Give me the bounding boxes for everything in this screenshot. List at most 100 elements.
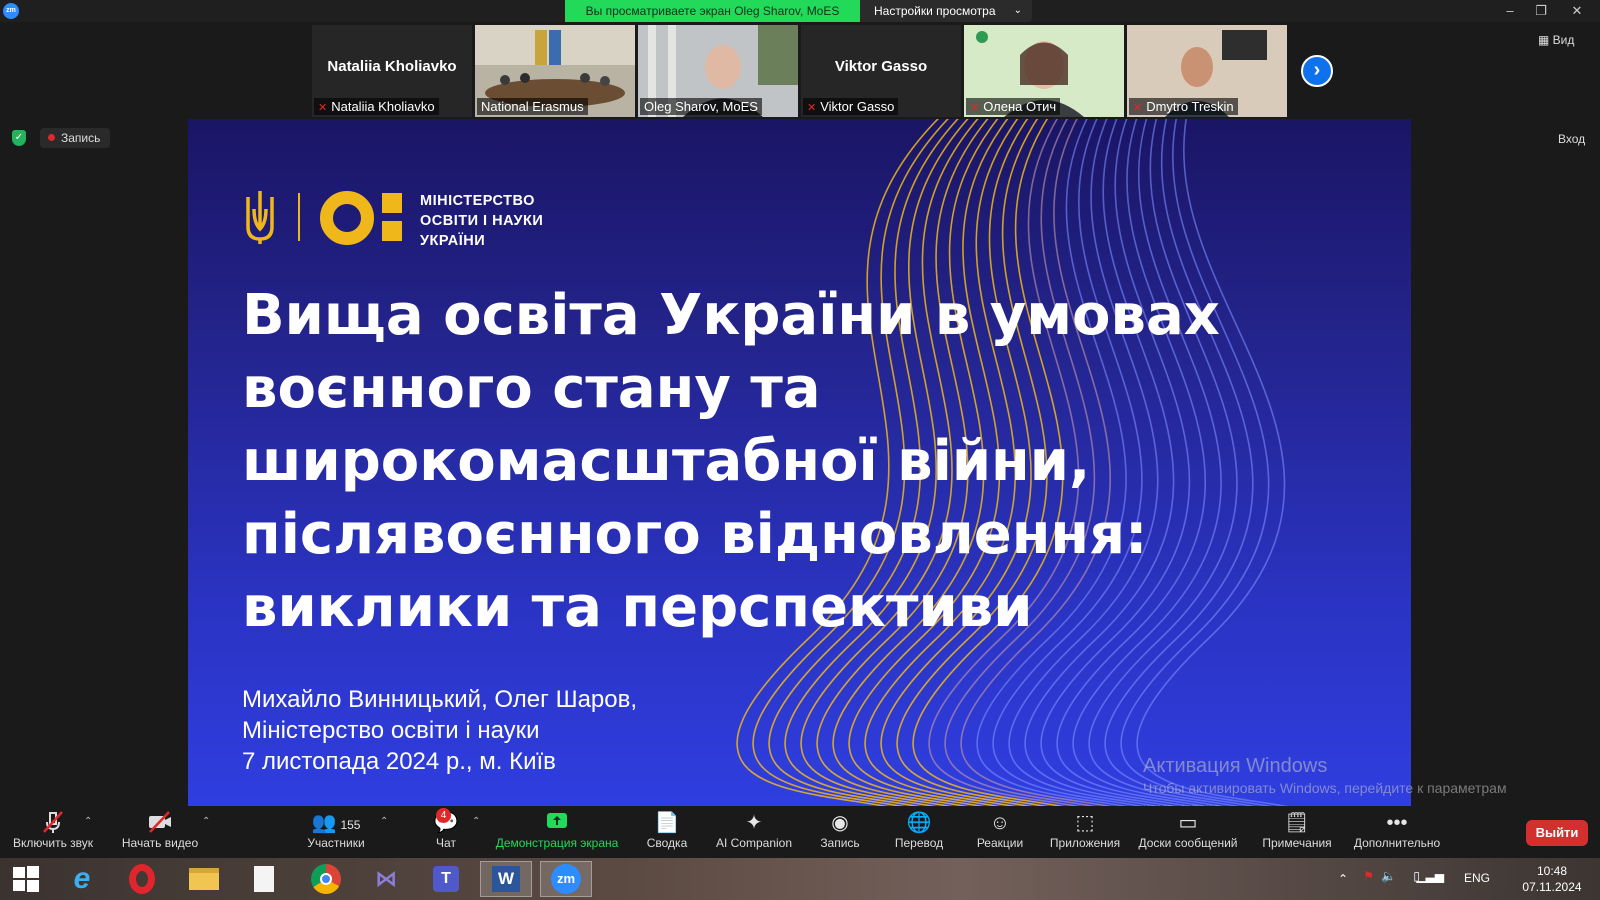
screen-share-banner: Вы просматриваете экран Oleg Sharov, MoE… [565, 0, 860, 22]
shared-screen-slide: МІНІСТЕРСТВО ОСВІТИ І НАУКИ УКРАЇНИ Вища… [188, 119, 1411, 807]
grid-icon: ▦ [1538, 33, 1553, 47]
internet-explorer-icon[interactable]: e [56, 861, 108, 897]
view-options-dropdown[interactable]: Настройки просмотра ⌄ [860, 0, 1032, 22]
language-indicator[interactable]: ENG [1464, 871, 1490, 885]
record-dot-icon [48, 134, 55, 141]
emoji-icon: ☺ [989, 812, 1011, 834]
video-tile[interactable]: Viktor Gasso ✕ Viktor Gasso [801, 25, 961, 117]
participants-caret[interactable]: ⌃ [380, 816, 388, 827]
zoom-app-icon: zm [3, 3, 19, 19]
slide-title-line: широкомасштабної війни, [242, 429, 1091, 494]
video-tile[interactable]: ✕ Dmytro Treskin [1127, 25, 1287, 117]
chat-caret[interactable]: ⌃ [472, 816, 480, 827]
more-button[interactable]: ••• Дополнительно [1352, 810, 1442, 850]
record-icon: ◉ [831, 812, 849, 834]
opera-icon[interactable] [116, 861, 168, 897]
start-video-button[interactable]: Начать видео [120, 810, 200, 850]
apps-icon: ⬚ [1075, 812, 1095, 834]
participants-count: 155 [340, 818, 361, 832]
ai-companion-button[interactable]: ✦ AI Companion [714, 810, 794, 850]
summary-icon: 📄 [654, 812, 680, 834]
organization-line: Міністерство освіти і науки [242, 717, 540, 744]
audio-options-caret[interactable]: ⌃ [84, 816, 92, 827]
clock-time: 10:48 [1536, 864, 1568, 878]
leave-meeting-button[interactable]: Выйти [1526, 820, 1588, 846]
video-tile[interactable]: Oleg Sharov, MoES [638, 25, 798, 117]
camera-off-icon [120, 810, 200, 836]
video-options-caret[interactable]: ⌃ [202, 816, 210, 827]
mic-off-icon: ✕ [318, 102, 328, 114]
video-tile[interactable]: ✕ Олена Отич [964, 25, 1124, 117]
windows-taskbar: e ⋈ T W zm ⌃ ⚑ 🔈 ▯ ▁▃▅ ENG 10:48 07.11.2… [0, 858, 1600, 900]
login-button[interactable]: Вход [1558, 132, 1585, 146]
share-screen-icon [492, 810, 622, 836]
watermark-title: Активация Windows [1143, 755, 1328, 777]
view-options-label: Настройки просмотра [874, 4, 996, 18]
record-button[interactable]: ◉ Запись [818, 810, 862, 850]
network-error-icon[interactable]: ⚑ [1363, 869, 1374, 883]
tile-label: ✕ Nataliia Kholiavko [314, 98, 439, 115]
ministry-name: МІНІСТЕРСТВО ОСВІТИ І НАУКИ УКРАЇНИ [420, 193, 544, 249]
gallery-next-button[interactable]: › [1301, 55, 1333, 87]
translate-button[interactable]: 🌐 Перевод [893, 810, 945, 850]
clock-date: 07.11.2024 [1522, 880, 1582, 894]
trident-icon [246, 191, 274, 244]
tile-label: ✕ Viktor Gasso [803, 98, 899, 115]
mic-off-icon: ✕ [1133, 102, 1143, 114]
slide-title-line: післявоєнного відновлення: [242, 502, 1148, 567]
start-button[interactable] [0, 861, 52, 897]
chevron-down-icon: ⌄ [1013, 5, 1022, 16]
blank-document-icon[interactable] [238, 861, 290, 897]
close-icon[interactable]: ✕ [1562, 2, 1592, 20]
chrome-icon[interactable] [300, 861, 352, 897]
view-button[interactable]: ▦ Вид [1538, 33, 1574, 47]
zoom-taskbar-icon[interactable]: zm [540, 861, 592, 897]
teams-icon[interactable]: T [420, 861, 472, 897]
signal-icon[interactable]: ▁▃▅ [1416, 869, 1444, 883]
slide-authors: Михайло Винницький, Олег Шаров, Міністер… [242, 684, 637, 777]
participants-icon: 👥 155 [311, 812, 361, 834]
notes-button[interactable]: 🗒 Примечания [1260, 810, 1334, 850]
logo-squares [382, 193, 402, 243]
more-dots-icon: ••• [1386, 812, 1408, 834]
show-hidden-icons[interactable]: ⌃ [1338, 872, 1348, 886]
slide-title: Вища освіта України в умовах воєнного ст… [242, 279, 1372, 644]
security-shield-icon[interactable]: ✓ [12, 130, 26, 146]
chat-button[interactable]: 💬 4 Чат [426, 808, 466, 850]
apps-button[interactable]: ⬚ Приложения [1048, 810, 1122, 850]
summary-button[interactable]: 📄 Сводка [644, 810, 690, 850]
recording-indicator[interactable]: Запись [40, 128, 111, 148]
tile-name: Viktor Gasso [834, 58, 928, 75]
participants-button[interactable]: 👥 155 Участники [300, 810, 372, 850]
video-tile[interactable]: Nataliia Kholiavko ✕ Nataliia Kholiavko [312, 25, 472, 117]
share-screen-button[interactable]: Демонстрация экрана [492, 810, 622, 850]
clock[interactable]: 10:48 07.11.2024 [1522, 863, 1582, 895]
mic-off-icon: ✕ [970, 102, 980, 114]
logo-circle [320, 191, 374, 245]
video-tile[interactable]: National Erasmus [475, 25, 635, 117]
sparkle-icon: ✦ [745, 812, 763, 834]
slide-title-line: воєнного стану та [242, 356, 821, 421]
windows-logo-icon [13, 866, 39, 892]
minimize-icon[interactable]: – [1495, 2, 1525, 20]
logo-divider [298, 193, 300, 241]
whiteboards-button[interactable]: ▭ Доски сообщений [1136, 810, 1240, 850]
restore-icon[interactable]: ❐ [1526, 2, 1556, 20]
window-titlebar: zm Вы просматриваете экран Oleg Sharov, … [0, 0, 1600, 22]
date-place-line: 7 листопада 2024 р., м. Київ [242, 748, 556, 775]
tile-label: ✕ Олена Отич [966, 98, 1061, 115]
slide-title-line: Вища освіта України в умовах [242, 283, 1220, 348]
tile-label: National Erasmus [477, 98, 588, 115]
globe-icon: 🌐 [906, 812, 932, 834]
reactions-button[interactable]: ☺ Реакции [974, 810, 1026, 850]
chat-badge: 4 [436, 808, 451, 823]
speaker-icon[interactable]: 🔈 [1381, 869, 1396, 883]
file-explorer-icon[interactable] [178, 861, 230, 897]
visual-studio-icon[interactable]: ⋈ [360, 861, 412, 897]
tile-name: Nataliia Kholiavko [327, 58, 457, 75]
whiteboard-icon: ▭ [1178, 812, 1198, 834]
authors-line: Михайло Винницький, Олег Шаров, [242, 686, 638, 713]
word-icon[interactable]: W [480, 861, 532, 897]
tile-label: ✕ Dmytro Treskin [1129, 98, 1238, 115]
mic-off-icon: ✕ [807, 102, 817, 114]
